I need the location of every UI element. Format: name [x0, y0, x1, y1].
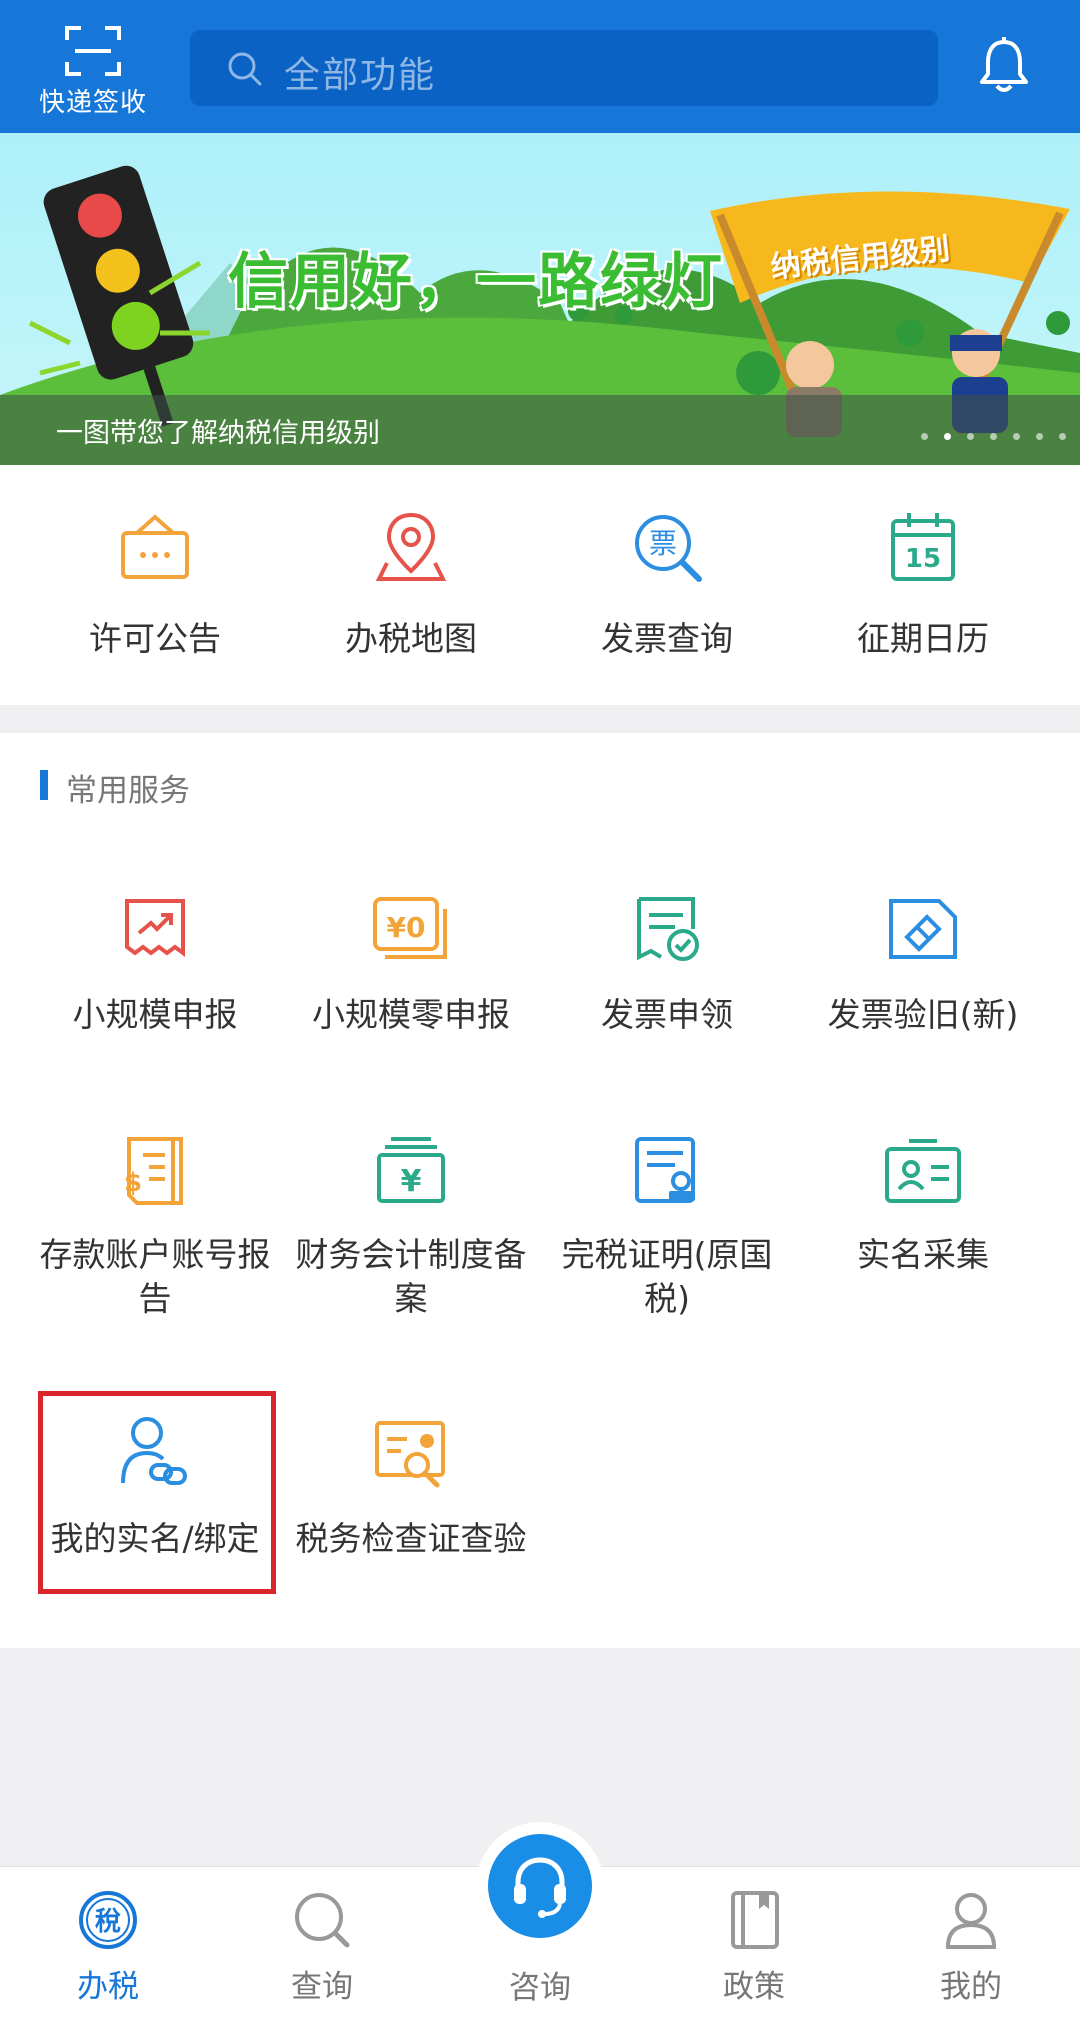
search-icon [228, 52, 262, 86]
scan-label: 快递签收 [38, 88, 147, 118]
announcement-icon [121, 514, 189, 579]
service-small-scale-zero-declare[interactable]: ¥0 小规模零申报 [283, 893, 539, 1037]
quick-item-invoice-query[interactable]: 票 发票查询 [539, 509, 795, 661]
highlight-box [38, 1391, 276, 1594]
svg-text:¥: ¥ [401, 1164, 422, 1199]
headset-icon [514, 1857, 566, 1918]
service-accounting-system-filing[interactable]: ¥ 财务会计制度备案 [283, 1133, 539, 1321]
quick-item-permit-notice[interactable]: 许可公告 [27, 509, 283, 661]
nav-label: 我的 [940, 1969, 1002, 2005]
service-label: 存款账户账号报告 [39, 1235, 271, 1318]
scan-icon [65, 26, 121, 76]
invoice-search-icon: 票 [635, 515, 702, 582]
nav-label-consult: 咨询 [509, 1970, 571, 2006]
book-icon [731, 1891, 779, 1949]
svg-text:稅: 稅 [95, 1907, 121, 1937]
stamp-certificate-icon [635, 1137, 695, 1203]
promo-banner[interactable]: 信用好，一路绿灯 纳税信用级别 一图带您了解纳税信用级别 [0, 133, 1080, 465]
quick-item-label: 许可公告 [89, 619, 221, 658]
nav-tab-tax[interactable]: 稅 办税 [28, 1889, 188, 2006]
service-small-scale-declare[interactable]: 小规模申报 [27, 893, 283, 1037]
service-tax-inspection-verify[interactable]: 税务检查证查验 [283, 1413, 539, 1561]
quick-item-label: 征期日历 [857, 619, 989, 658]
banner-pager [921, 433, 1066, 440]
invoice-apply-icon [637, 897, 699, 961]
search-icon [295, 1893, 350, 1948]
section-title: 常用服务 [66, 773, 190, 809]
nav-tab-policy[interactable]: 政策 [674, 1889, 834, 2006]
quick-item-tax-map[interactable]: 办税地图 [283, 509, 539, 661]
svg-text:¥0: ¥0 [387, 911, 426, 944]
ticket-verify-icon [889, 899, 957, 959]
calendar-icon: 15 [891, 513, 955, 581]
certificate-search-icon [375, 1421, 445, 1488]
quick-item-tax-calendar[interactable]: 15 征期日历 [795, 509, 1051, 661]
service-label: 发票申领 [601, 995, 733, 1034]
tax-icon: 稅 [79, 1891, 137, 1949]
bell-icon[interactable] [976, 36, 1032, 96]
trend-report-icon [125, 899, 185, 957]
nav-label: 办税 [77, 1969, 139, 2005]
pager-dot [967, 433, 974, 440]
banner-headline: 信用好，一路绿灯 [228, 247, 724, 317]
nav-tab-consult[interactable] [488, 1834, 592, 1938]
service-label: 发票验旧(新) [827, 995, 1019, 1034]
search-input[interactable]: 全部功能 [190, 30, 938, 106]
service-label: 税务检查证查验 [295, 1519, 527, 1558]
pager-dot [921, 433, 928, 440]
service-label: 财务会计制度备案 [295, 1235, 527, 1318]
nav-tab-query[interactable]: 查询 [242, 1889, 402, 2006]
nav-label: 政策 [723, 1969, 785, 2005]
svg-text:$: $ [124, 1168, 142, 1198]
search-placeholder: 全部功能 [284, 55, 437, 96]
service-real-name-collection[interactable]: 实名采集 [795, 1133, 1051, 1277]
quick-entry-row: 许可公告 办税地图 票 发票查询 15 征期日历 [0, 465, 1080, 705]
app-page: 快递签收 全部功能 信用好，一路绿灯 纳税信用级别 一图带您了解纳税信用级别 许… [0, 0, 1080, 2022]
zero-yen-icon: ¥0 [373, 897, 447, 959]
pager-dot [1036, 433, 1043, 440]
pager-dot [990, 433, 997, 440]
service-label: 完税证明(原国税) [561, 1235, 773, 1318]
top-bar: 快递签收 全部功能 [0, 0, 1080, 133]
service-invoice-verify[interactable]: 发票验旧(新) [795, 893, 1051, 1037]
service-label: 实名采集 [857, 1235, 989, 1274]
svg-text:15: 15 [905, 544, 941, 574]
service-label: 小规模申报 [72, 995, 238, 1034]
service-invoice-apply[interactable]: 发票申领 [539, 893, 795, 1037]
map-pin-icon [375, 512, 447, 581]
service-tax-payment-certificate[interactable]: 完税证明(原国税) [539, 1133, 795, 1321]
service-deposit-account-report[interactable]: $ 存款账户账号报告 [27, 1133, 283, 1321]
dollar-document-icon: $ [124, 1137, 183, 1205]
service-label: 小规模零申报 [312, 995, 510, 1034]
quick-item-label: 办税地图 [345, 619, 477, 658]
scan-button[interactable]: 快递签收 [28, 18, 158, 126]
pager-dot [1059, 433, 1066, 440]
id-card-icon [885, 1139, 961, 1203]
pager-dot-active [944, 433, 951, 440]
svg-text:票: 票 [649, 527, 677, 560]
pager-dot [1013, 433, 1020, 440]
user-icon [945, 1893, 997, 1949]
nav-label: 查询 [291, 1969, 353, 2005]
yen-box-icon: ¥ [377, 1137, 445, 1203]
banner-caption: 一图带您了解纳税信用级别 [56, 418, 380, 449]
nav-tab-mine[interactable]: 我的 [891, 1889, 1051, 2006]
quick-item-label: 发票查询 [601, 619, 733, 658]
